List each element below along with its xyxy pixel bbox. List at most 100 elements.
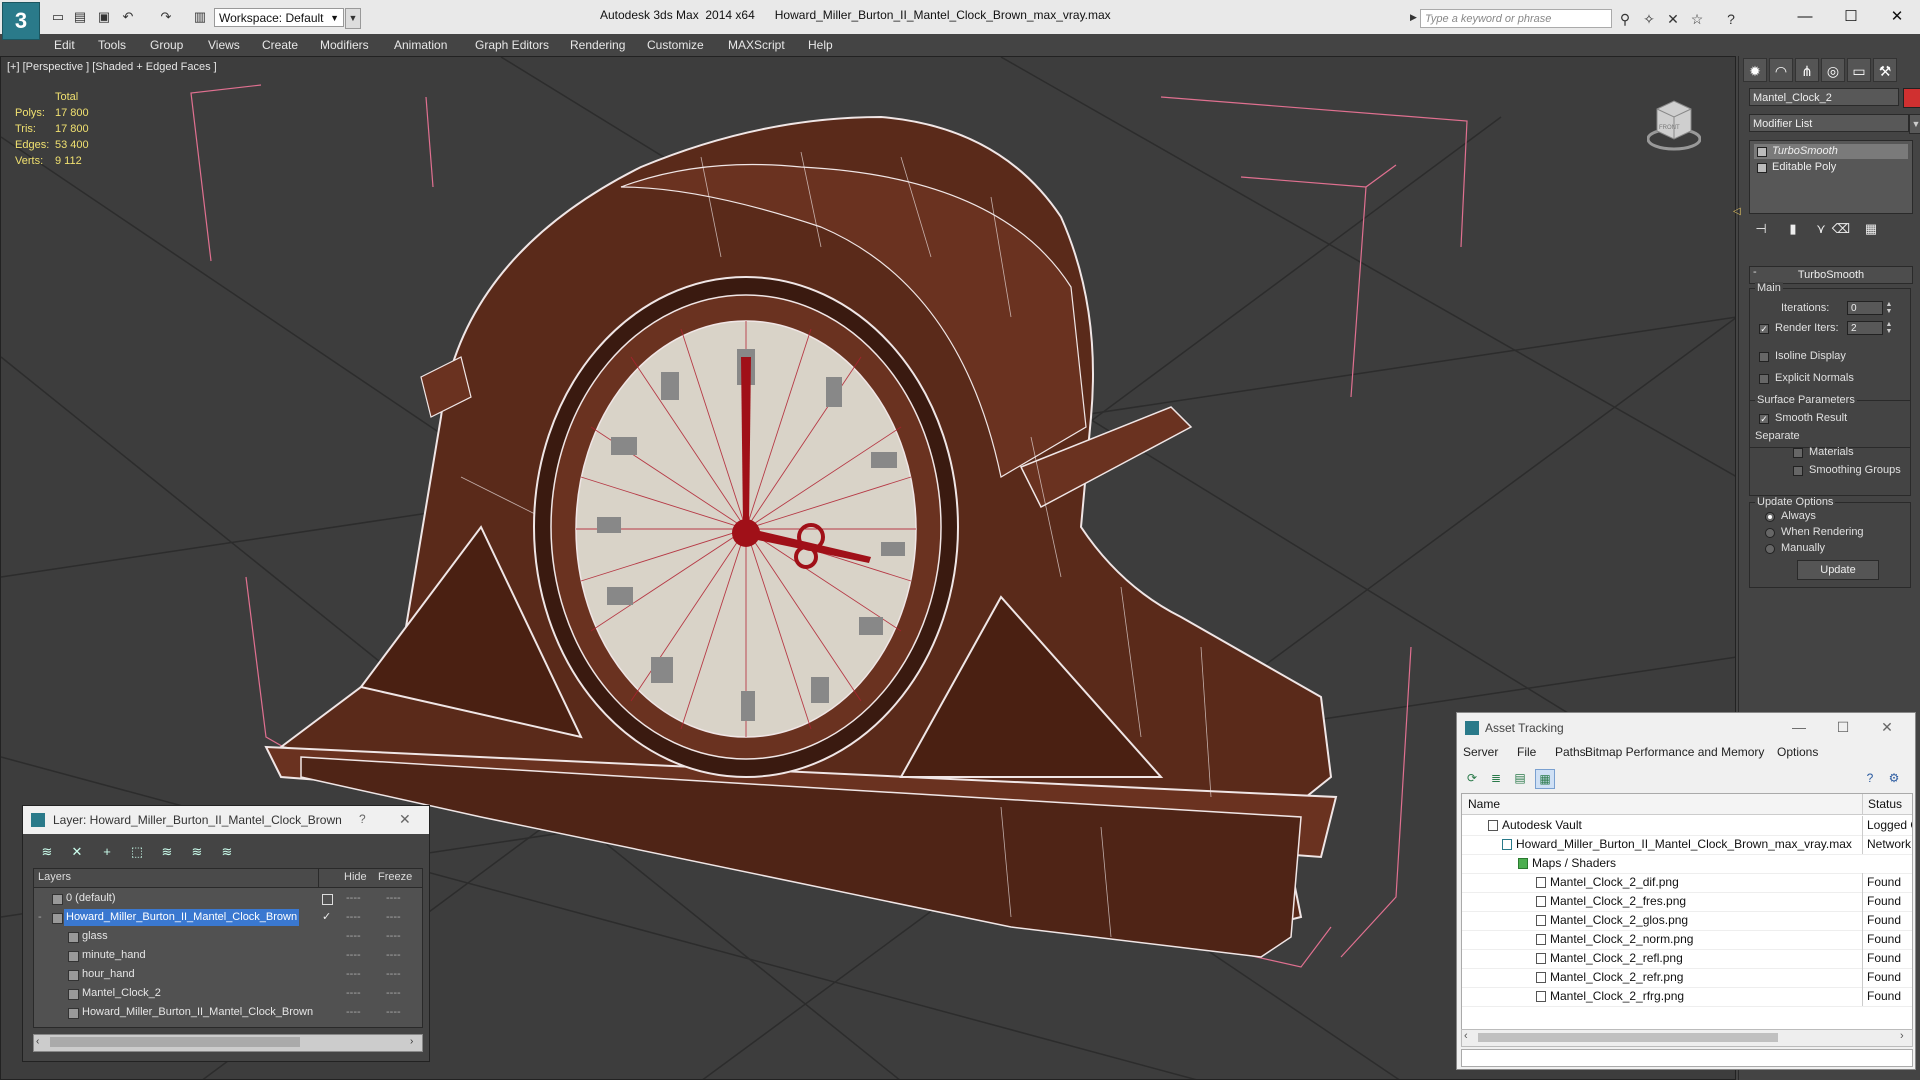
stack-item-turbosmooth[interactable]: TurboSmooth	[1754, 144, 1908, 159]
freeze-toggle[interactable]: ----	[386, 965, 401, 984]
asset-horizontal-scrollbar[interactable]: ‹ ›	[1461, 1029, 1913, 1047]
modifier-list-dropdown[interactable]: Modifier List	[1749, 114, 1909, 132]
hide-toggle[interactable]: ----	[346, 927, 361, 946]
object-color-swatch[interactable]	[1903, 88, 1920, 108]
menu-bitmap-performance[interactable]: Bitmap Performance and Memory	[1585, 745, 1764, 759]
refresh-icon[interactable]: ⟳	[1463, 769, 1481, 787]
expand-plus-icon[interactable]	[1757, 163, 1767, 173]
show-end-result-icon[interactable]: ▮	[1783, 220, 1803, 238]
subscription-icon[interactable]: ✧	[1640, 10, 1658, 28]
freeze-all-layers-icon[interactable]: ≋	[217, 842, 237, 862]
favorites-star-icon[interactable]: ☆	[1688, 10, 1706, 28]
utilities-tab-icon[interactable]: ⚒	[1873, 58, 1897, 82]
make-unique-icon[interactable]: ⋎	[1811, 220, 1831, 238]
menu-views[interactable]: Views	[208, 34, 240, 56]
asset-row[interactable]: Mantel_Clock_2_dif.png Found	[1462, 873, 1912, 893]
minimize-button[interactable]: —	[1782, 4, 1828, 30]
create-tab-icon[interactable]: ✹	[1743, 58, 1767, 82]
select-objects-icon[interactable]: ⬚	[127, 842, 147, 862]
binoculars-icon[interactable]: ⚲	[1616, 10, 1634, 28]
hide-toggle[interactable]: ----	[346, 1003, 361, 1022]
asset-row[interactable]: Mantel_Clock_2_glos.png Found	[1462, 911, 1912, 931]
freeze-toggle[interactable]: ----	[386, 946, 401, 965]
hide-toggle[interactable]: ----	[346, 946, 361, 965]
hide-toggle[interactable]: ----	[346, 965, 361, 984]
layer-object-row[interactable]: glass ---- ----	[34, 927, 422, 946]
pin-stack-icon[interactable]: ⊣	[1751, 220, 1771, 238]
help-icon[interactable]: ?	[1722, 10, 1740, 28]
open-folder-icon[interactable]: ▤	[72, 9, 88, 25]
menu-file[interactable]: File	[1517, 745, 1536, 759]
layer-object-row[interactable]: hour_hand ---- ----	[34, 965, 422, 984]
highlight-selected-icon[interactable]: ≋	[157, 842, 177, 862]
spinner-arrows-icon[interactable]: ▲ ▼	[1885, 301, 1893, 315]
asset-row[interactable]: Mantel_Clock_2_norm.png Found	[1462, 930, 1912, 950]
help-icon[interactable]: ?	[1861, 769, 1879, 787]
column-freeze[interactable]: Freeze	[378, 871, 412, 883]
search-input[interactable]: Type a keyword or phrase	[1420, 9, 1612, 28]
smoothing-groups-checkbox[interactable]	[1793, 466, 1803, 476]
object-name-field[interactable]: Mantel_Clock_2	[1749, 88, 1899, 106]
manually-radio[interactable]	[1765, 544, 1775, 554]
scroll-thumb[interactable]	[1478, 1033, 1778, 1042]
current-layer-checkbox[interactable]	[322, 894, 333, 905]
freeze-toggle[interactable]: ----	[386, 984, 401, 1003]
iterations-spinner[interactable]: 0	[1847, 301, 1883, 315]
menu-customize[interactable]: Customize	[647, 34, 704, 56]
smooth-result-checkbox[interactable]: ✓	[1759, 414, 1769, 424]
asset-row[interactable]: Mantel_Clock_2_refl.png Found	[1462, 949, 1912, 969]
menu-modifiers[interactable]: Modifiers	[320, 34, 369, 56]
panel-collapse-arrow-icon[interactable]: ◁	[1733, 206, 1741, 217]
menu-options[interactable]: Options	[1777, 745, 1818, 759]
hierarchy-tab-icon[interactable]: ⋔	[1795, 58, 1819, 82]
menu-edit[interactable]: Edit	[54, 34, 75, 56]
chevron-down-icon[interactable]: ▼	[1909, 114, 1920, 134]
lightbulb-icon[interactable]	[1757, 147, 1767, 157]
layer-horizontal-scrollbar[interactable]: ‹ ›	[33, 1034, 423, 1052]
close-button[interactable]: ✕	[399, 811, 411, 828]
scroll-left-icon[interactable]: ‹	[1464, 1030, 1468, 1042]
when-rendering-radio[interactable]	[1765, 528, 1775, 538]
maximize-button[interactable]: ☐	[1828, 4, 1874, 30]
communication-icon[interactable]: ✕	[1664, 10, 1682, 28]
project-folder-icon[interactable]: ▥	[192, 9, 208, 25]
redo-icon[interactable]: ↷	[158, 9, 174, 25]
spinner-arrows-icon[interactable]: ▲ ▼	[1885, 321, 1893, 335]
save-icon[interactable]: ▣	[96, 9, 112, 25]
asset-row[interactable]: Autodesk Vault Logged O	[1462, 816, 1912, 836]
viewcube[interactable]: FRONT	[1646, 93, 1702, 153]
isoline-display-checkbox[interactable]	[1759, 352, 1769, 362]
hide-toggle[interactable]: ----	[346, 908, 361, 927]
viewport-label[interactable]: [+] [Perspective ] [Shaded + Edged Faces…	[7, 61, 217, 73]
always-radio[interactable]	[1765, 512, 1775, 522]
column-status[interactable]: Status	[1868, 797, 1902, 811]
layer-object-row[interactable]: minute_hand ---- ----	[34, 946, 422, 965]
column-name[interactable]: Name	[1468, 797, 1500, 811]
scroll-thumb[interactable]	[50, 1037, 300, 1047]
menu-graph-editors[interactable]: Graph Editors	[475, 34, 549, 56]
explicit-normals-checkbox[interactable]	[1759, 374, 1769, 384]
close-button[interactable]: ✕	[1867, 715, 1907, 739]
workspace-menu-button[interactable]: ▼	[345, 8, 361, 29]
layer-row[interactable]: - Howard_Miller_Burton_II_Mantel_Clock_B…	[34, 908, 422, 927]
layer-object-row[interactable]: Mantel_Clock_2 ---- ----	[34, 984, 422, 1003]
menu-paths[interactable]: Paths	[1555, 745, 1586, 759]
thumbnail-view-icon[interactable]: ▤	[1511, 769, 1529, 787]
collapse-icon[interactable]: -	[1753, 266, 1757, 278]
display-tab-icon[interactable]: ▭	[1847, 58, 1871, 82]
freeze-toggle[interactable]: ----	[386, 908, 401, 927]
new-file-icon[interactable]: ▭	[50, 9, 66, 25]
motion-tab-icon[interactable]: ◎	[1821, 58, 1845, 82]
app-logo-icon[interactable]: 3	[2, 2, 40, 40]
asset-row[interactable]: Mantel_Clock_2_rfrg.png Found	[1462, 987, 1912, 1007]
menu-server[interactable]: Server	[1463, 745, 1498, 759]
freeze-toggle[interactable]: ----	[386, 889, 401, 908]
configure-modifier-sets-icon[interactable]: ▦	[1861, 220, 1881, 238]
maximize-button[interactable]: ☐	[1823, 715, 1863, 739]
help-button[interactable]: ?	[359, 812, 366, 826]
asset-row[interactable]: Maps / Shaders	[1462, 854, 1912, 874]
scroll-right-icon[interactable]: ›	[1900, 1030, 1904, 1042]
scroll-left-icon[interactable]: ‹	[36, 1036, 39, 1047]
menu-tools[interactable]: Tools	[98, 34, 126, 56]
freeze-toggle[interactable]: ----	[386, 1003, 401, 1022]
